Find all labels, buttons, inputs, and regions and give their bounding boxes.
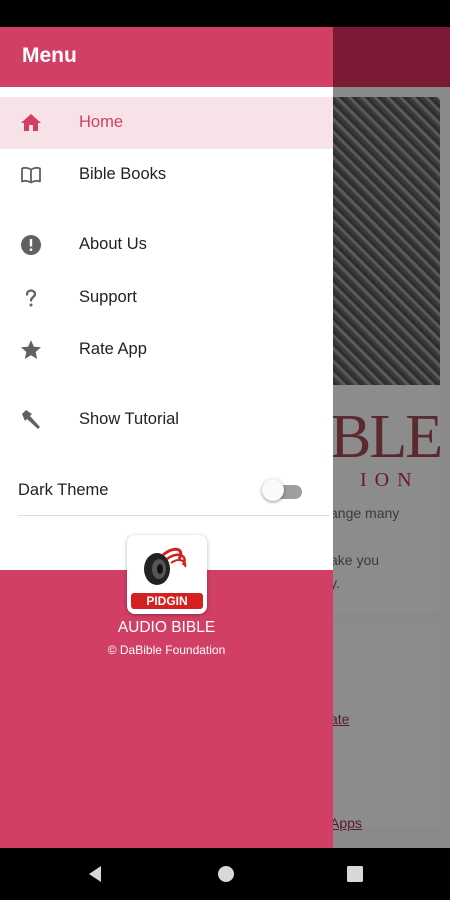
- drawer-header: Menu: [0, 27, 333, 87]
- menu-item-home[interactable]: Home: [0, 97, 333, 149]
- app-logo: PIDGIN: [127, 535, 207, 614]
- footer-copyright: © DaBible Foundation: [107, 643, 226, 657]
- speaker-icon: [144, 547, 187, 585]
- home-circle-icon: [218, 866, 234, 882]
- background-subheading: ION: [360, 469, 420, 491]
- logo-badge: PIDGIN: [131, 593, 203, 609]
- back-icon: [89, 866, 101, 882]
- dark-theme-row: Dark Theme: [0, 471, 333, 511]
- background-link: Apps: [330, 815, 362, 831]
- menu-item-label: Support: [79, 288, 137, 306]
- toggle-thumb: [262, 479, 284, 501]
- system-nav-bar: [0, 848, 450, 900]
- background-text: ake you: [330, 552, 380, 568]
- dark-theme-label: Dark Theme: [18, 481, 109, 499]
- menu-item-rate-app[interactable]: Rate App: [0, 324, 333, 376]
- hammer-icon: [22, 410, 40, 429]
- menu-item-show-tutorial[interactable]: Show Tutorial: [0, 394, 333, 446]
- divider: [18, 515, 330, 516]
- recents-button[interactable]: [325, 848, 385, 900]
- menu-item-label: Home: [79, 113, 124, 131]
- background-heading: BLE: [330, 403, 440, 471]
- star-icon: [21, 340, 41, 359]
- home-icon: [21, 114, 41, 131]
- footer-app-name: AUDIO BIBLE: [117, 619, 216, 636]
- back-button[interactable]: [65, 848, 125, 900]
- menu-item-label: Rate App: [79, 340, 147, 358]
- info-icon: [21, 235, 41, 255]
- menu-item-about-us[interactable]: About Us: [0, 219, 333, 271]
- status-bar: [0, 0, 450, 27]
- book-icon: [21, 166, 41, 184]
- navigation-drawer: Menu Home Bible Books About Us Support R…: [0, 27, 333, 848]
- background-text: ange many: [330, 505, 400, 521]
- menu-item-support[interactable]: Support: [0, 272, 333, 324]
- drawer-title: Menu: [22, 44, 77, 67]
- menu-item-label: About Us: [79, 235, 147, 253]
- home-nav-button[interactable]: [196, 848, 256, 900]
- dark-theme-toggle[interactable]: [262, 478, 304, 504]
- recents-icon: [347, 866, 363, 882]
- question-icon: [25, 289, 37, 307]
- menu-item-label: Show Tutorial: [79, 410, 179, 428]
- menu-item-bible-books[interactable]: Bible Books: [0, 149, 333, 201]
- menu-item-label: Bible Books: [79, 165, 167, 183]
